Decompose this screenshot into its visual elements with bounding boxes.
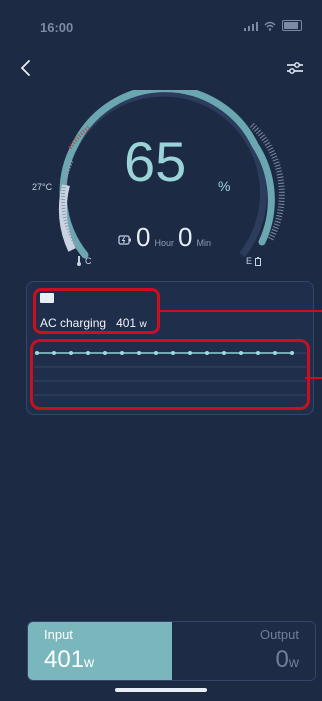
status-time: 16:00	[40, 20, 74, 35]
power-point	[137, 351, 141, 355]
charging-time-icon	[118, 235, 131, 245]
power-point	[120, 351, 124, 355]
empty-label: E	[246, 256, 262, 266]
output-unit: w	[288, 654, 299, 670]
power-point	[171, 351, 175, 355]
power-point	[103, 351, 107, 355]
home-indicator[interactable]	[115, 688, 207, 692]
power-point	[290, 351, 294, 355]
power-point	[69, 351, 73, 355]
input-value-wrap: 401w	[44, 646, 94, 674]
cold-letter: C	[85, 256, 92, 266]
status-icons	[244, 20, 302, 31]
power-point	[188, 351, 192, 355]
callout-line-graph	[305, 377, 322, 379]
minutes-value: 0	[177, 222, 193, 252]
power-point	[86, 351, 90, 355]
callout-line-mode	[160, 310, 322, 312]
power-point	[35, 351, 39, 355]
empty-letter: E	[246, 256, 253, 266]
power-point	[52, 351, 56, 355]
power-point	[239, 351, 243, 355]
battery-icon	[282, 20, 302, 31]
output-tab[interactable]: Output 0w	[172, 622, 315, 680]
charging-mode-text: AC charging 401 w	[40, 316, 147, 330]
battery-small-icon	[255, 256, 262, 266]
minutes-unit: Min	[196, 238, 211, 248]
ac-plug-icon	[40, 293, 54, 303]
thermometer-icon	[77, 256, 81, 266]
settings-sliders-icon[interactable]	[284, 58, 306, 78]
input-unit: w	[84, 654, 95, 670]
power-point	[273, 351, 277, 355]
power-point	[205, 351, 209, 355]
charging-power-value: 401	[116, 316, 137, 330]
output-value-wrap: 0w	[276, 646, 299, 674]
input-tab[interactable]: Input 401w	[28, 622, 172, 680]
back-button[interactable]	[16, 58, 36, 78]
wifi-icon	[264, 21, 276, 31]
input-output-card: Input 401w Output 0w	[27, 621, 316, 681]
temperature-value: 27°C	[32, 182, 53, 192]
power-graph	[34, 351, 306, 396]
input-value: 401	[44, 646, 85, 673]
power-point	[222, 351, 226, 355]
battery-percent: 65	[124, 130, 187, 193]
cold-label: C	[76, 256, 92, 266]
remaining-time: 0 Hour 0 Min	[118, 222, 211, 253]
power-point	[154, 351, 158, 355]
status-bar: 16:00	[0, 0, 322, 50]
hours-unit: Hour	[154, 238, 174, 248]
output-label: Output	[259, 627, 299, 642]
output-value: 0	[275, 646, 289, 673]
signal-icon	[244, 21, 258, 31]
percent-sign: %	[218, 178, 231, 194]
charging-power-unit: w	[139, 319, 147, 330]
charging-mode-label: AC charging	[40, 316, 107, 330]
power-point	[256, 351, 260, 355]
hours-value: 0	[136, 222, 151, 252]
input-label: Input	[44, 627, 73, 642]
